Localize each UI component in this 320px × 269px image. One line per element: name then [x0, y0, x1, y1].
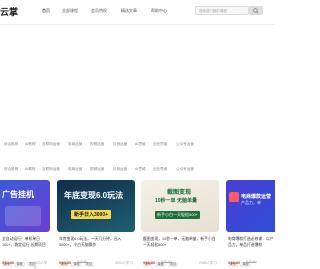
nav-home[interactable]: 首页 — [42, 8, 50, 14]
nav-articles[interactable]: 精选文章 — [121, 8, 137, 14]
course-price: ¥16.80 — [143, 260, 156, 265]
course-thumbnail[interactable]: 年底变现6.0玩法 新手日入3000+ — [57, 180, 135, 232]
thumbnail-subline: 新手日入3000+ — [71, 210, 112, 219]
learner-count: 3543人学习 — [115, 261, 133, 265]
nav-all-courses[interactable]: 全部课程 — [62, 8, 78, 14]
course-title[interactable]: 全自动运行！单机单日100+，稳定运行 长期项目 — [2, 236, 48, 248]
learner-count: 3523人学习 — [33, 261, 48, 269]
filter-ecommerce[interactable]: 电商运营 — [68, 142, 82, 147]
filter-ai-thinking[interactable]: AI思维 — [135, 167, 146, 172]
search-button[interactable] — [249, 6, 263, 15]
thumbnail-text: 广告挂机 — [2, 190, 34, 199]
search-input[interactable]: 搜索感兴趣的课程 — [195, 6, 249, 15]
thumbnail-headline: 截图变现 — [167, 190, 192, 196]
top-navigation-bar: 云掌 首页 全部课程 会员特权 精选文章 帮助中心 搜索感兴趣的课程 — [0, 0, 275, 25]
course-original-price: ¥49.90 — [246, 260, 257, 264]
filter-ecommerce[interactable]: 电商运营 — [68, 167, 82, 172]
filter-ai[interactable]: AI教程 — [25, 167, 36, 172]
course-title[interactable]: 截图变现，10秒一单，无脑单量，新手小白一天轻松500+ — [143, 236, 217, 248]
decorative-shape — [229, 192, 239, 202]
filter-internet-ops[interactable]: 互联网运营 — [42, 142, 60, 147]
course-thumbnail[interactable]: 电商爆款运营 产品力，单 — [226, 180, 275, 232]
filter-wechat[interactable]: 公众号运营 — [176, 167, 194, 172]
course-card[interactable]: 电商爆款运营 产品力，单 电商爆款打造必修课：以产品力，单品打造爆款 新手 课程 … — [226, 180, 275, 269]
learner-count: 2445人学习 — [199, 261, 217, 265]
decorative-shape — [5, 206, 41, 226]
filter-douyin[interactable]: 抖音运营 — [113, 167, 127, 172]
course-card[interactable]: 年底变现6.0玩法 新手日入3000+ 年底变现6.0玩法，一天几分钟，日入30… — [57, 180, 135, 269]
course-title[interactable]: 电商爆款打造必修课：以产品力，单品打造爆款 — [228, 236, 275, 248]
filter-wechat[interactable]: 公众号运营 — [176, 142, 194, 147]
filter-douyin[interactable]: 抖音运营 — [113, 142, 127, 147]
course-price: ¥10.80 — [2, 260, 15, 265]
course-original-price: ¥49.90 — [161, 260, 172, 264]
course-card[interactable]: 截图变现 10秒一单 无脑单量 新手小白一天轻松500+ 截图变现，10秒一单，… — [141, 180, 219, 269]
course-title[interactable]: 年底变现6.0玩法，一天几分钟，日入3000+，小白无脑操作 — [59, 236, 133, 248]
filter-startup[interactable]: 创业思维 — [153, 167, 167, 172]
nav-help[interactable]: 帮助中心 — [151, 8, 167, 14]
course-thumbnail[interactable]: 截图变现 10秒一单 无脑单量 新手小白一天轻松500+ — [141, 180, 219, 232]
thumbnail-subline: 产品力，单 — [241, 200, 261, 205]
course-tag: 课程 — [14, 262, 25, 267]
filter-startup[interactable]: 创业思维 — [153, 142, 167, 147]
thumbnail-subline: 10秒一单 无脑单量 — [155, 198, 197, 204]
filter-video[interactable]: 视频运营 — [90, 167, 104, 172]
thumbnail-headline: 年底变现6.0玩法 — [64, 191, 124, 200]
nav-membership[interactable]: 会员特权 — [91, 8, 107, 14]
course-card[interactable]: 广告挂机 全自动运行！单机单日100+，稳定运行 长期项目 新手 课程 项目 ¥10… — [0, 180, 50, 269]
filter-ai[interactable]: AI教程 — [25, 142, 36, 147]
filter-recommended[interactable]: 综合推荐 — [4, 167, 18, 172]
filter-internet-ops[interactable]: 互联网运营 — [42, 167, 60, 172]
search-icon — [253, 7, 259, 14]
filter-recommended[interactable]: 综合推荐 — [4, 142, 18, 147]
thumbnail-caption: 新手小白一天轻松500+ — [155, 211, 201, 219]
filter-video[interactable]: 视频运营 — [90, 142, 104, 147]
thumbnail-headline: 电商爆款运营 — [241, 194, 272, 200]
course-thumbnail[interactable]: 广告挂机 — [0, 180, 50, 232]
filter-ai-thinking[interactable]: AI思维 — [135, 142, 146, 147]
course-price: ¥16.80 — [228, 260, 241, 265]
course-original-price: ¥49.90 — [77, 260, 88, 264]
course-price: ¥10.80 — [59, 260, 72, 265]
site-logo[interactable]: 云掌 — [0, 5, 18, 18]
